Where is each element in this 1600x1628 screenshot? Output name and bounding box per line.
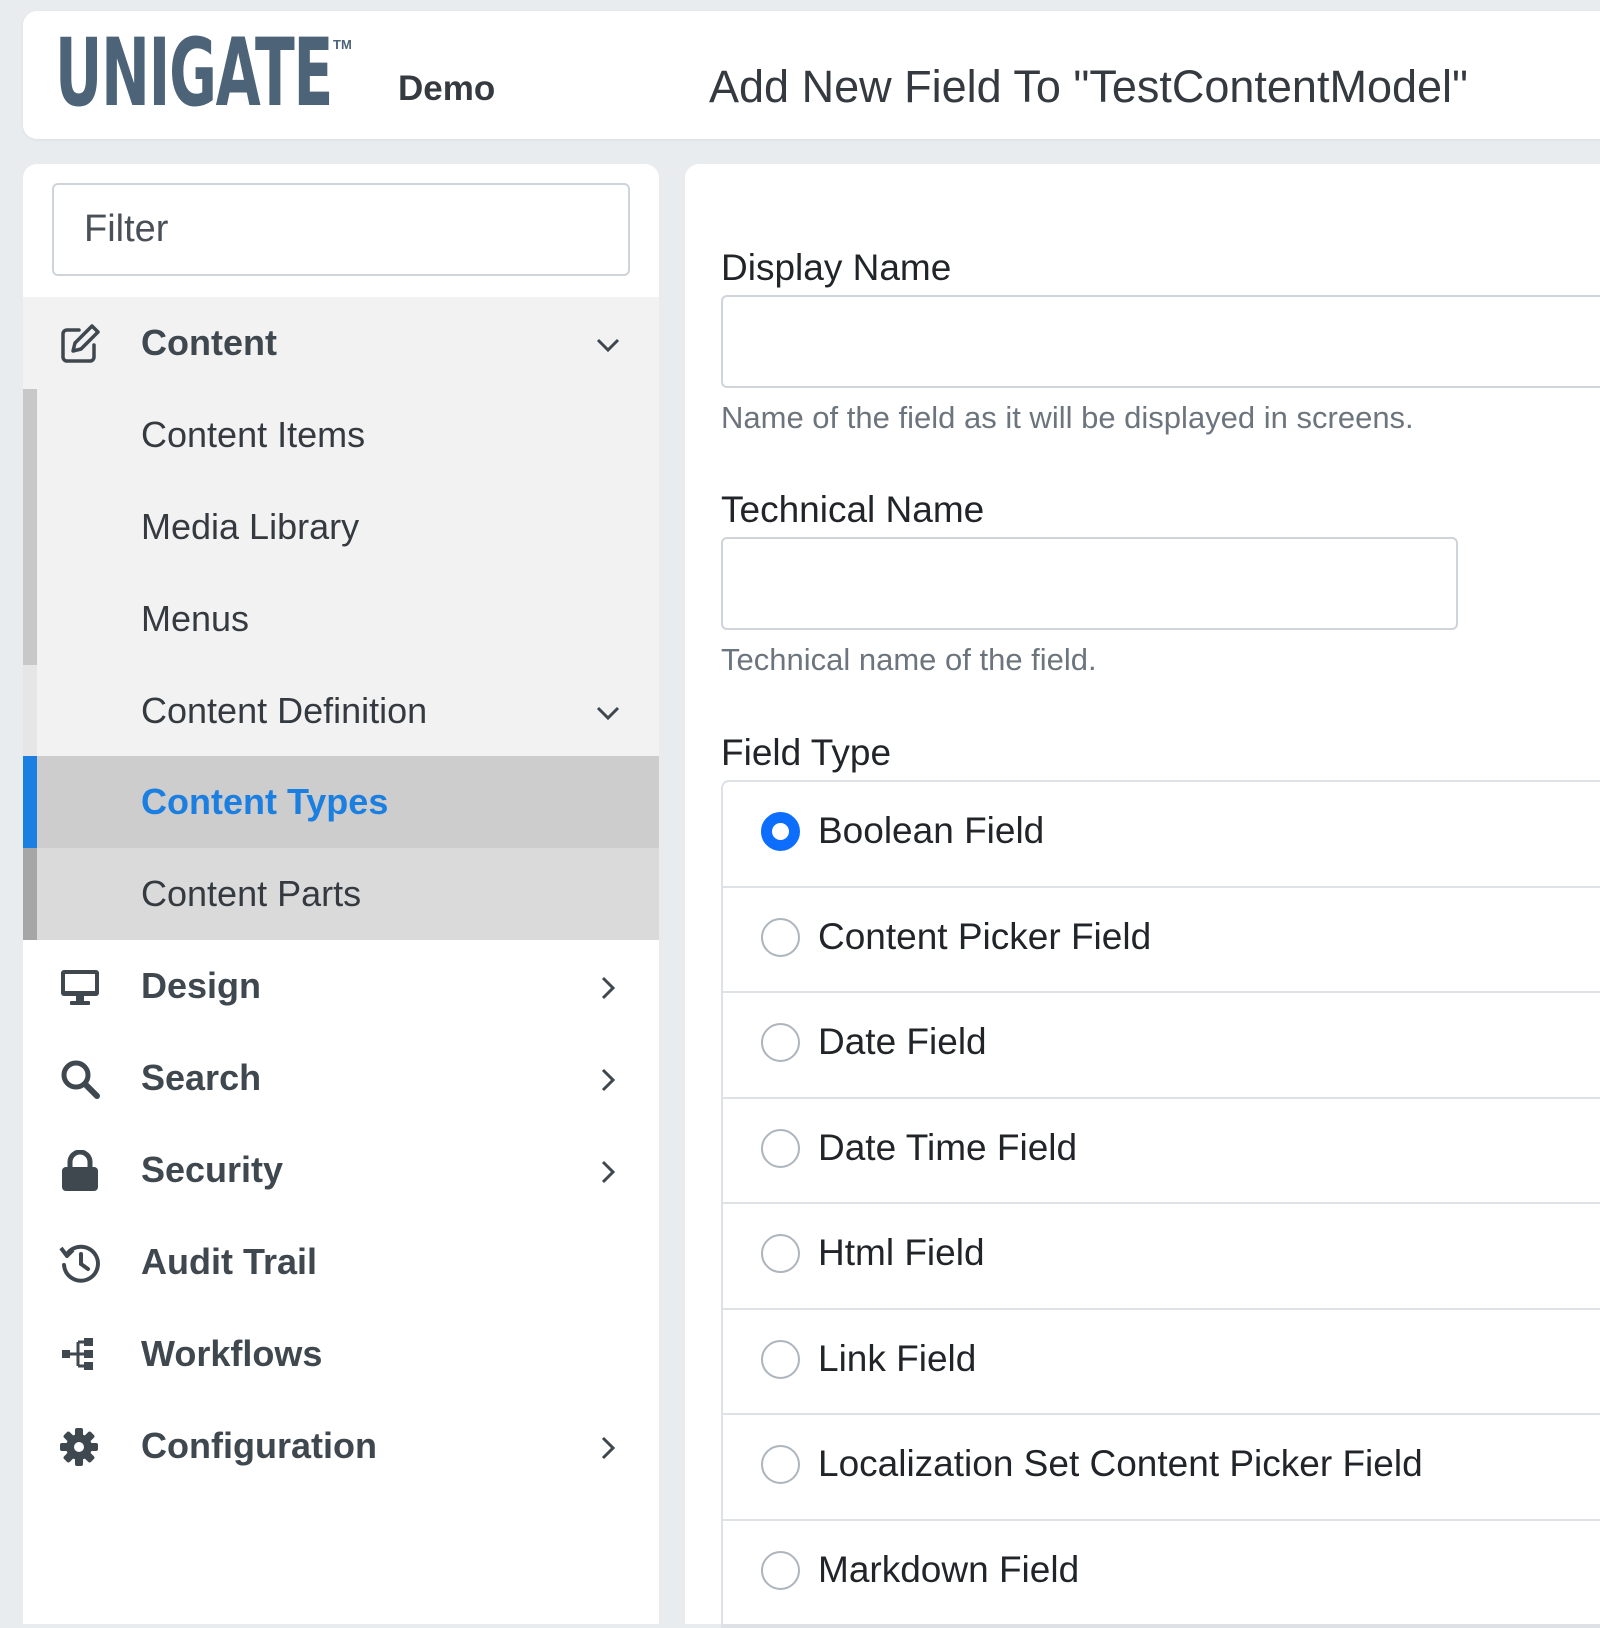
sidebar: Content Content Items Media Library Menu… <box>23 164 659 1624</box>
edit-icon <box>59 323 103 365</box>
radio-label: Content Picker Field <box>818 915 1152 957</box>
sidebar-item-content-types[interactable]: Content Types <box>23 756 659 848</box>
app-header: UNIGATE TM Demo Add New Field To "TestCo… <box>23 11 1600 139</box>
field-type-option-boolean[interactable]: Boolean Field <box>723 782 1600 888</box>
radio-label: Date Field <box>818 1021 987 1062</box>
radio-button[interactable] <box>761 917 800 957</box>
radio-label: Markdown Field <box>818 1548 1080 1590</box>
monitor-icon <box>59 966 103 1008</box>
sidebar-item-search[interactable]: Search <box>23 1032 659 1124</box>
chevron-down-icon <box>593 698 623 728</box>
field-type-option-html[interactable]: Html Field <box>723 1204 1600 1310</box>
field-type-option-markdown[interactable]: Markdown Field <box>723 1521 1600 1626</box>
sidebar-item-label: Audit Trail <box>141 1241 318 1282</box>
gear-icon <box>59 1426 103 1468</box>
sidebar-item-label: Menus <box>141 598 250 639</box>
sidebar-item-label: Design <box>141 965 262 1006</box>
chevron-right-icon <box>593 1157 623 1187</box>
field-type-option-date-time[interactable]: Date Time Field <box>723 1099 1600 1204</box>
group-indicator <box>23 573 37 665</box>
radio-button[interactable] <box>761 1339 800 1379</box>
logo[interactable]: UNIGATE <box>55 19 333 129</box>
radio-label: Date Time Field <box>818 1126 1078 1168</box>
sidebar-item-label: Security <box>141 1149 284 1190</box>
logo-trademark: TM <box>333 37 352 52</box>
sidebar-item-workflows[interactable]: Workflows <box>23 1308 659 1400</box>
sidebar-item-media-library[interactable]: Media Library <box>23 481 659 573</box>
sidebar-item-configuration[interactable]: Configuration <box>23 1400 659 1492</box>
radio-button[interactable] <box>761 1445 800 1484</box>
page-title: Add New Field To "TestContentModel" <box>709 61 1469 112</box>
sitemap-icon <box>59 1334 103 1376</box>
radio-button[interactable] <box>761 812 800 851</box>
sidebar-item-content-definition[interactable]: Content Definition <box>23 665 659 757</box>
sidebar-item-design[interactable]: Design <box>23 940 659 1032</box>
sidebar-item-content-items[interactable]: Content Items <box>23 389 659 481</box>
tenant-name[interactable]: Demo <box>398 69 495 109</box>
sidebar-item-menus[interactable]: Menus <box>23 573 659 665</box>
display-name-input[interactable] <box>721 295 1600 388</box>
radio-label: Html Field <box>818 1232 985 1273</box>
radio-button[interactable] <box>761 1128 800 1168</box>
sidebar-item-label: Media Library <box>141 506 360 547</box>
radio-label: Localization Set Content Picker Field <box>818 1443 1423 1484</box>
sidebar-item-content[interactable]: Content <box>23 297 659 389</box>
sidebar-item-label: Content Types <box>141 781 389 822</box>
active-indicator <box>23 756 37 848</box>
technical-name-input[interactable] <box>721 537 1458 630</box>
technical-name-label: Technical Name <box>721 489 985 530</box>
group-indicator <box>23 665 37 757</box>
main-panel: Display Name Name of the field as it wil… <box>685 164 1600 1628</box>
chevron-down-icon <box>593 330 623 360</box>
sidebar-item-label: Content Parts <box>141 873 362 914</box>
chevron-right-icon <box>593 1433 623 1463</box>
chevron-right-icon <box>593 973 623 1003</box>
sidebar-item-label: Configuration <box>141 1425 377 1466</box>
sidebar-item-label: Content Items <box>141 414 366 455</box>
radio-button[interactable] <box>761 1023 800 1062</box>
field-type-option-localization-set[interactable]: Localization Set Content Picker Field <box>723 1415 1600 1521</box>
filter-input[interactable] <box>52 183 630 276</box>
technical-name-help: Technical name of the field. <box>721 642 1097 677</box>
group-indicator <box>23 481 37 573</box>
sidebar-item-content-parts[interactable]: Content Parts <box>23 848 659 940</box>
field-type-option-link[interactable]: Link Field <box>723 1310 1600 1415</box>
radio-label: Link Field <box>818 1337 977 1379</box>
radio-button[interactable] <box>761 1550 800 1590</box>
sidebar-item-label: Workflows <box>141 1333 323 1374</box>
sidebar-item-label: Content Definition <box>141 690 428 731</box>
search-icon <box>59 1058 103 1100</box>
field-type-option-content-picker[interactable]: Content Picker Field <box>723 888 1600 993</box>
group-indicator <box>23 389 37 481</box>
display-name-label: Display Name <box>721 247 952 288</box>
radio-button[interactable] <box>761 1234 800 1273</box>
chevron-right-icon <box>593 1065 623 1095</box>
lock-icon <box>59 1149 103 1192</box>
sidebar-item-label: Content <box>141 322 277 363</box>
radio-label: Boolean Field <box>818 810 1045 851</box>
display-name-help: Name of the field as it will be displaye… <box>721 400 1414 435</box>
sidebar-item-security[interactable]: Security <box>23 1124 659 1216</box>
group-indicator <box>23 848 37 940</box>
history-icon <box>59 1242 103 1284</box>
field-type-radio-group: Boolean Field Content Picker Field Date … <box>721 780 1600 1628</box>
field-type-label: Field Type <box>721 732 892 773</box>
field-type-option-date[interactable]: Date Field <box>723 993 1600 1099</box>
sidebar-item-audit-trail[interactable]: Audit Trail <box>23 1216 659 1308</box>
sidebar-item-label: Search <box>141 1057 262 1098</box>
